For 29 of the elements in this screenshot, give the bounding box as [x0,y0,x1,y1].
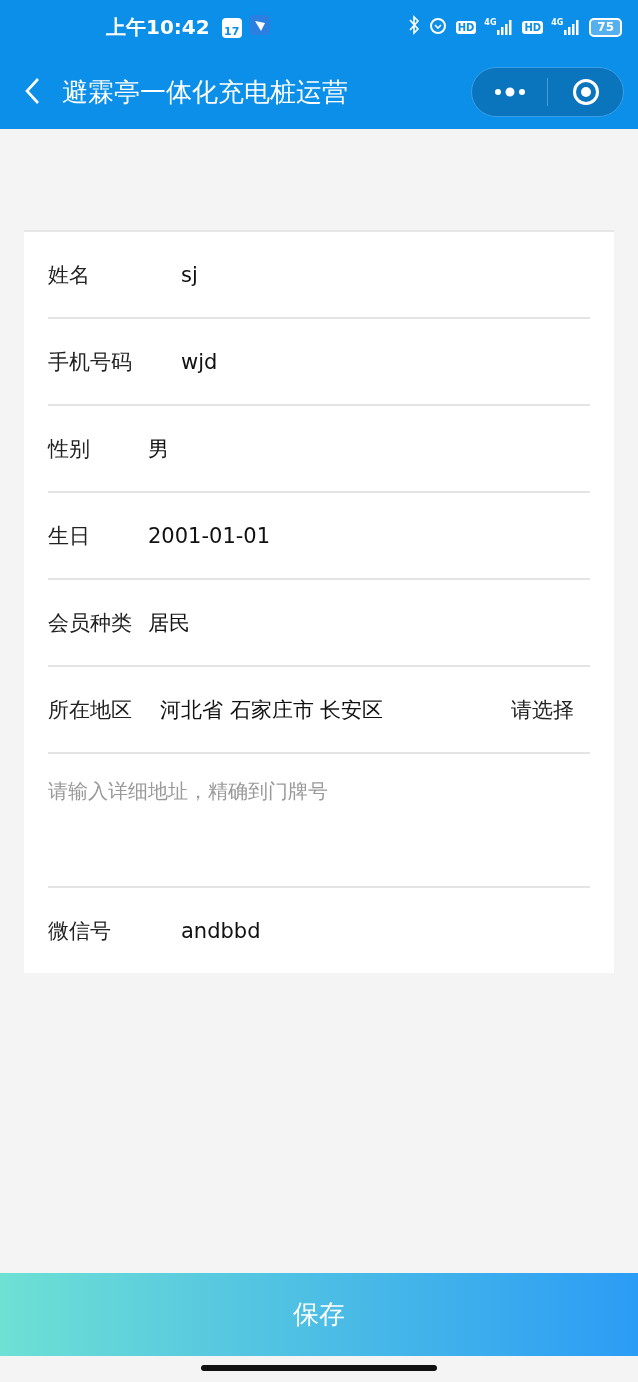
select-link[interactable]: 请选择 [511,695,574,724]
picker-field[interactable]: 男 [148,434,169,463]
back-icon [24,76,40,105]
field-label: 会员种类 [48,609,133,637]
input-field[interactable]: sj [181,262,198,287]
field-label: 手机号码 [48,348,133,376]
clock-time: 上午10:42 [106,14,210,41]
hd-badge: HD [522,21,544,34]
field-label: 微信号 [48,917,112,945]
picker-field[interactable]: 居民 [148,608,190,637]
network-label: 4G [551,17,564,27]
field-label: 所在地区 [48,696,133,724]
close-icon [571,78,600,106]
signal-icon [563,17,582,38]
field-label: 生日 [48,522,91,550]
signal-icon [496,17,515,38]
picker-field[interactable]: 2001-01-01 [148,523,271,548]
page-title: 避霖亭一体化充电桩运营 [62,75,348,109]
input-field[interactable]: andbbd [181,918,261,943]
field-label: 姓名 [48,261,91,289]
network-label: 4G [484,17,497,27]
input-field[interactable]: wjd [181,349,218,374]
calendar-icon: 17 [221,17,242,38]
more-icon [492,87,527,97]
address-field[interactable]: 请输入详细地址，精确到门牌号 [48,778,590,888]
field-label: 性别 [48,435,91,463]
region-value: 河北省 石家庄市 长安区 [160,696,384,724]
hd-badge: HD [455,21,477,34]
battery-level: 75 [589,18,622,37]
